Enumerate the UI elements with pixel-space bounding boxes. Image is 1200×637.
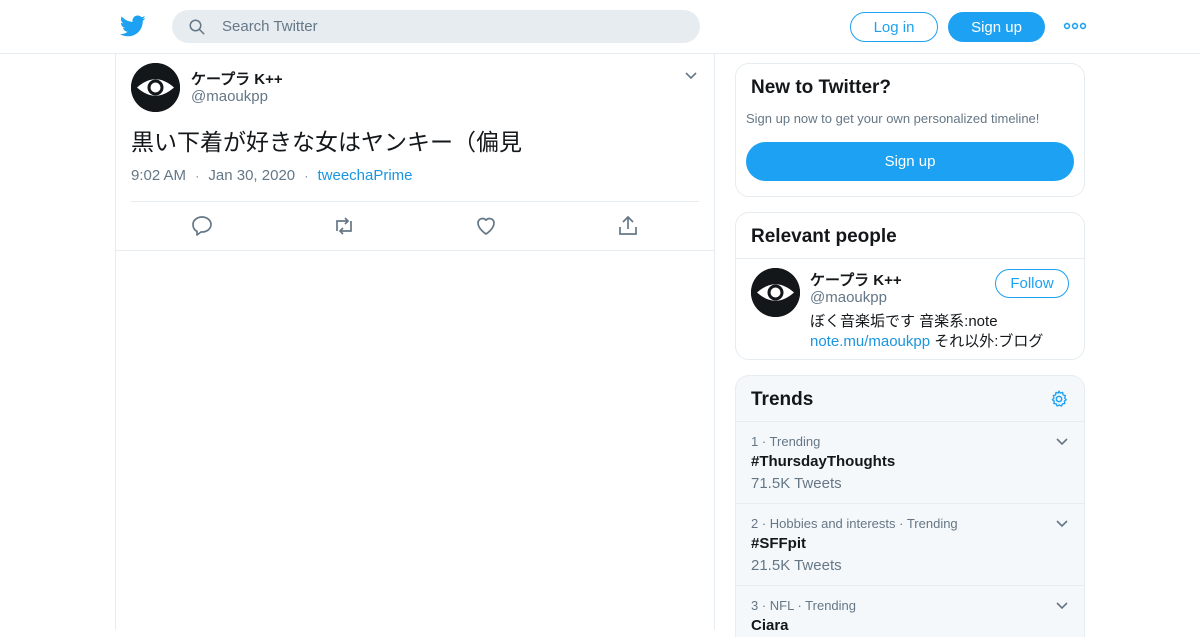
search-bar[interactable] (172, 10, 700, 43)
avatar[interactable] (751, 268, 800, 317)
tweet-meta: 9:02 AM · Jan 30, 2020 · tweechaPrime (131, 167, 413, 184)
bio-line: ぼく音楽垢です 音楽系:note (810, 313, 998, 330)
chevron-down-icon[interactable] (1054, 516, 1070, 532)
author-handle[interactable]: @maoukpp (191, 88, 268, 105)
trend-item[interactable]: 1 · Trending #ThursdayThoughts 71.5K Twe… (736, 421, 1084, 503)
trend-count: 71.5K Tweets (751, 475, 842, 492)
twitter-bird-icon[interactable] (120, 13, 146, 39)
search-icon (189, 19, 205, 35)
tweet-text: 黒い下着が好きな女はヤンキー（偏見 (131, 129, 522, 155)
bio-line: note.mu/maoukpp それ以外:ブログ (810, 332, 1080, 352)
avatar[interactable] (131, 63, 180, 112)
divider (131, 201, 699, 202)
chevron-down-icon[interactable] (1054, 598, 1070, 614)
chevron-down-icon[interactable] (683, 68, 699, 84)
divider (736, 258, 1084, 259)
trend-context: 1 · Trending (751, 434, 821, 449)
trend-item[interactable]: 3 · NFL · Trending Ciara (736, 585, 1084, 637)
follow-button[interactable]: Follow (995, 269, 1069, 298)
trend-item[interactable]: 2 · Hobbies and interests · Trending #SF… (736, 503, 1084, 585)
card-title: Relevant people (751, 226, 897, 247)
trend-tag[interactable]: Ciara (751, 617, 789, 634)
signup-large-button[interactable]: Sign up (746, 142, 1074, 181)
trend-context: 2 · Hobbies and interests · Trending (751, 516, 958, 531)
chevron-down-icon[interactable] (1054, 434, 1070, 450)
search-input[interactable] (222, 10, 682, 43)
tweet-source-link[interactable]: tweechaPrime (317, 167, 412, 184)
card-title: Trends (751, 389, 814, 410)
author-name[interactable]: ケープラ K++ (191, 68, 283, 89)
reply-icon[interactable] (190, 214, 214, 238)
bio-link[interactable]: note.mu/maoukpp (810, 333, 930, 350)
trend-context: 3 · NFL · Trending (751, 598, 857, 613)
bio-text: それ以外:ブログ (930, 333, 1044, 350)
tweet-date[interactable]: Jan 30, 2020 (208, 167, 295, 184)
person-bio: ぼく音楽垢です 音楽系:note note.mu/maoukpp それ以外:ブロ… (810, 312, 1080, 352)
person-handle[interactable]: @maoukpp (810, 289, 887, 306)
new-to-twitter-card: New to Twitter? Sign up now to get your … (735, 63, 1085, 197)
trend-tag[interactable]: #ThursdayThoughts (751, 453, 895, 470)
relevant-people-card: Relevant people ケープラ K++ @maoukpp Follow… (735, 212, 1085, 360)
retweet-icon[interactable] (332, 214, 356, 238)
login-button[interactable]: Log in (850, 12, 938, 42)
top-bar: Log in Sign up (0, 0, 1200, 54)
share-icon[interactable] (616, 214, 640, 238)
more-dots-icon[interactable] (1063, 17, 1087, 35)
like-icon[interactable] (474, 214, 498, 238)
tweet[interactable]: ケープラ K++ @maoukpp 黒い下着が好きな女はヤンキー（偏見 9:02… (116, 54, 714, 251)
tweet-time[interactable]: 9:02 AM (131, 167, 186, 184)
eye-logo-icon (131, 63, 180, 112)
card-title: New to Twitter? (751, 77, 892, 98)
person-name[interactable]: ケープラ K++ (810, 269, 902, 290)
gear-icon[interactable] (1049, 389, 1069, 409)
main-column: ケープラ K++ @maoukpp 黒い下着が好きな女はヤンキー（偏見 9:02… (115, 54, 715, 630)
eye-logo-icon (751, 268, 800, 317)
signup-button[interactable]: Sign up (948, 12, 1045, 42)
trend-tag[interactable]: #SFFpit (751, 535, 806, 552)
separator: · (195, 169, 200, 183)
separator: · (304, 169, 309, 183)
card-subtitle: Sign up now to get your own personalized… (746, 111, 1040, 126)
trends-card: Trends 1 · Trending #ThursdayThoughts 71… (735, 375, 1085, 637)
trend-count: 21.5K Tweets (751, 557, 842, 574)
